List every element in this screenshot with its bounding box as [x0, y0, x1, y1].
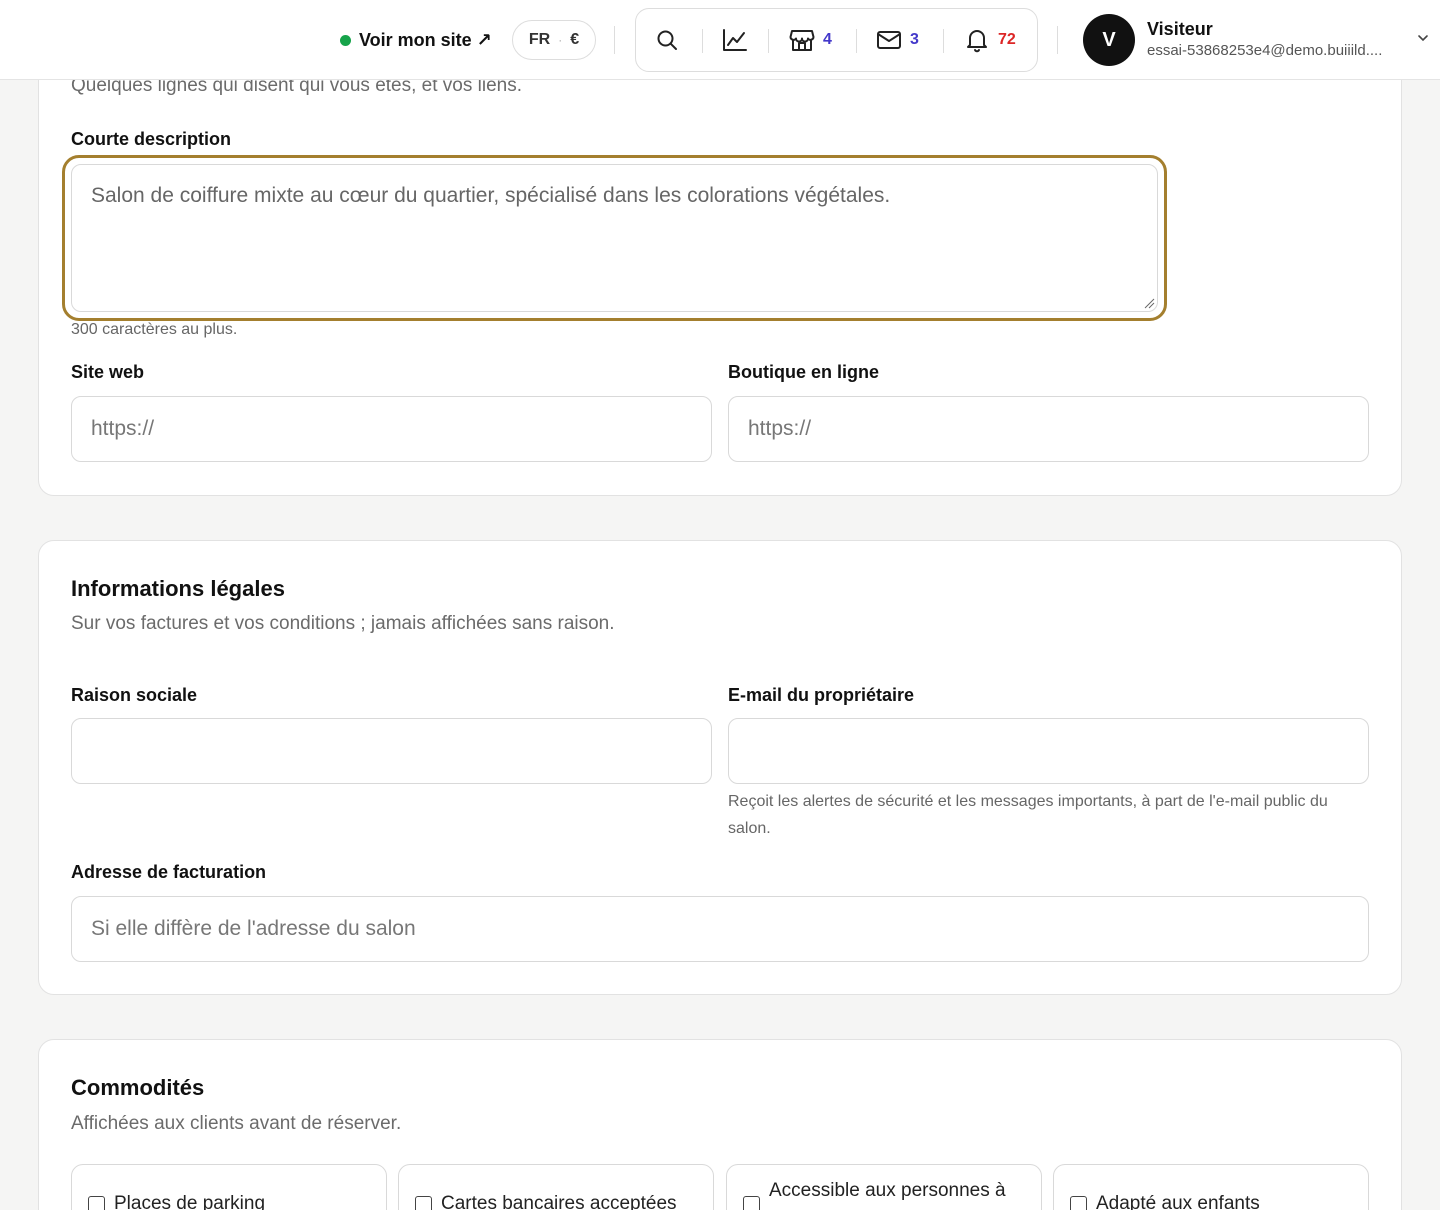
amenity-cards-accepted[interactable]: Cartes bancaires acceptées	[398, 1164, 714, 1210]
owner-email-help: Reçoit les alertes de sécurité et les me…	[728, 793, 1328, 837]
checkbox[interactable]	[415, 1196, 432, 1210]
amenity-label: Cartes bancaires acceptées	[441, 1193, 677, 1210]
online-status-dot	[340, 34, 351, 46]
search-button[interactable]	[655, 9, 679, 71]
currency-symbol: €	[570, 31, 580, 48]
amenity-label: Places de parking	[114, 1193, 266, 1210]
amenity-parking[interactable]: Places de parking	[71, 1164, 387, 1210]
website-label: Site web	[71, 362, 145, 382]
owner-email-input[interactable]	[728, 718, 1369, 784]
shop-url-label: Boutique en ligne	[728, 362, 879, 382]
company-name-input[interactable]	[71, 718, 712, 784]
user-email: essai-53868253e4@demo.buiiild....	[1147, 42, 1383, 59]
notifications-button[interactable]: 72	[964, 9, 1016, 71]
locale-currency-switcher[interactable]: FR · €	[512, 20, 596, 60]
checkbox[interactable]	[1070, 1196, 1087, 1210]
amenities-section-subtitle: Affichées aux clients avant de réserver.	[71, 1113, 402, 1134]
billing-address-label: Adresse de facturation	[71, 862, 267, 882]
amenity-child-friendly[interactable]: Adapté aux enfants	[1053, 1164, 1369, 1210]
user-name: Visiteur	[1147, 19, 1213, 39]
amenities-section-title: Commodités	[71, 1075, 205, 1100]
search-icon	[657, 30, 677, 50]
company-name-label: Raison sociale	[71, 685, 198, 705]
divider	[614, 26, 615, 54]
divider	[702, 29, 703, 53]
store-icon	[789, 30, 815, 51]
website-input[interactable]: https://	[71, 396, 712, 462]
short-description-textarea[interactable]: Salon de coiffure mixte au cœur du quart…	[71, 164, 1158, 312]
owner-email-label: E-mail du propriétaire	[728, 685, 915, 705]
view-site-label: Voir mon site ↗	[359, 29, 492, 50]
top-bar: Voir mon site ↗ FR · € 4 3 72 V Visiteur…	[0, 0, 1440, 80]
amenity-label: Accessible aux personnes à	[769, 1180, 1006, 1201]
view-site-link[interactable]: Voir mon site ↗	[340, 27, 492, 53]
toolbar-group: 4 3 72	[635, 8, 1038, 72]
checkbox[interactable]	[88, 1196, 105, 1210]
divider	[943, 29, 944, 53]
chevron-down-icon[interactable]	[1416, 31, 1430, 45]
language-code: FR	[528, 31, 551, 48]
shop-button[interactable]: 4	[789, 9, 832, 71]
mail-count-badge: 3	[910, 31, 919, 48]
locale-separator: ·	[558, 33, 563, 47]
legal-section-title: Informations légales	[71, 576, 285, 601]
mail-icon	[877, 31, 901, 49]
amenity-accessible[interactable]: Accessible aux personnes à	[726, 1164, 1042, 1210]
bell-icon	[967, 30, 987, 53]
short-description-help: 300 caractères au plus.	[71, 321, 238, 338]
billing-address-input[interactable]: Si elle diffère de l'adresse du salon	[71, 896, 1369, 962]
notification-count-badge: 72	[998, 31, 1016, 48]
checkbox[interactable]	[743, 1196, 760, 1210]
shop-url-input[interactable]: https://	[728, 396, 1369, 462]
shop-count-badge: 4	[823, 31, 832, 48]
avatar[interactable]: V	[1083, 14, 1135, 66]
short-description-label: Courte description	[71, 129, 232, 149]
divider	[1057, 26, 1058, 54]
divider	[768, 29, 769, 53]
legal-section-subtitle: Sur vos factures et vos conditions ; jam…	[71, 613, 615, 634]
resize-grip-icon[interactable]	[1144, 298, 1155, 309]
amenity-label: Adapté aux enfants	[1096, 1193, 1260, 1210]
messages-button[interactable]: 3	[876, 9, 919, 71]
analytics-button[interactable]	[722, 9, 748, 71]
chart-line-icon	[723, 29, 747, 51]
divider	[856, 29, 857, 53]
